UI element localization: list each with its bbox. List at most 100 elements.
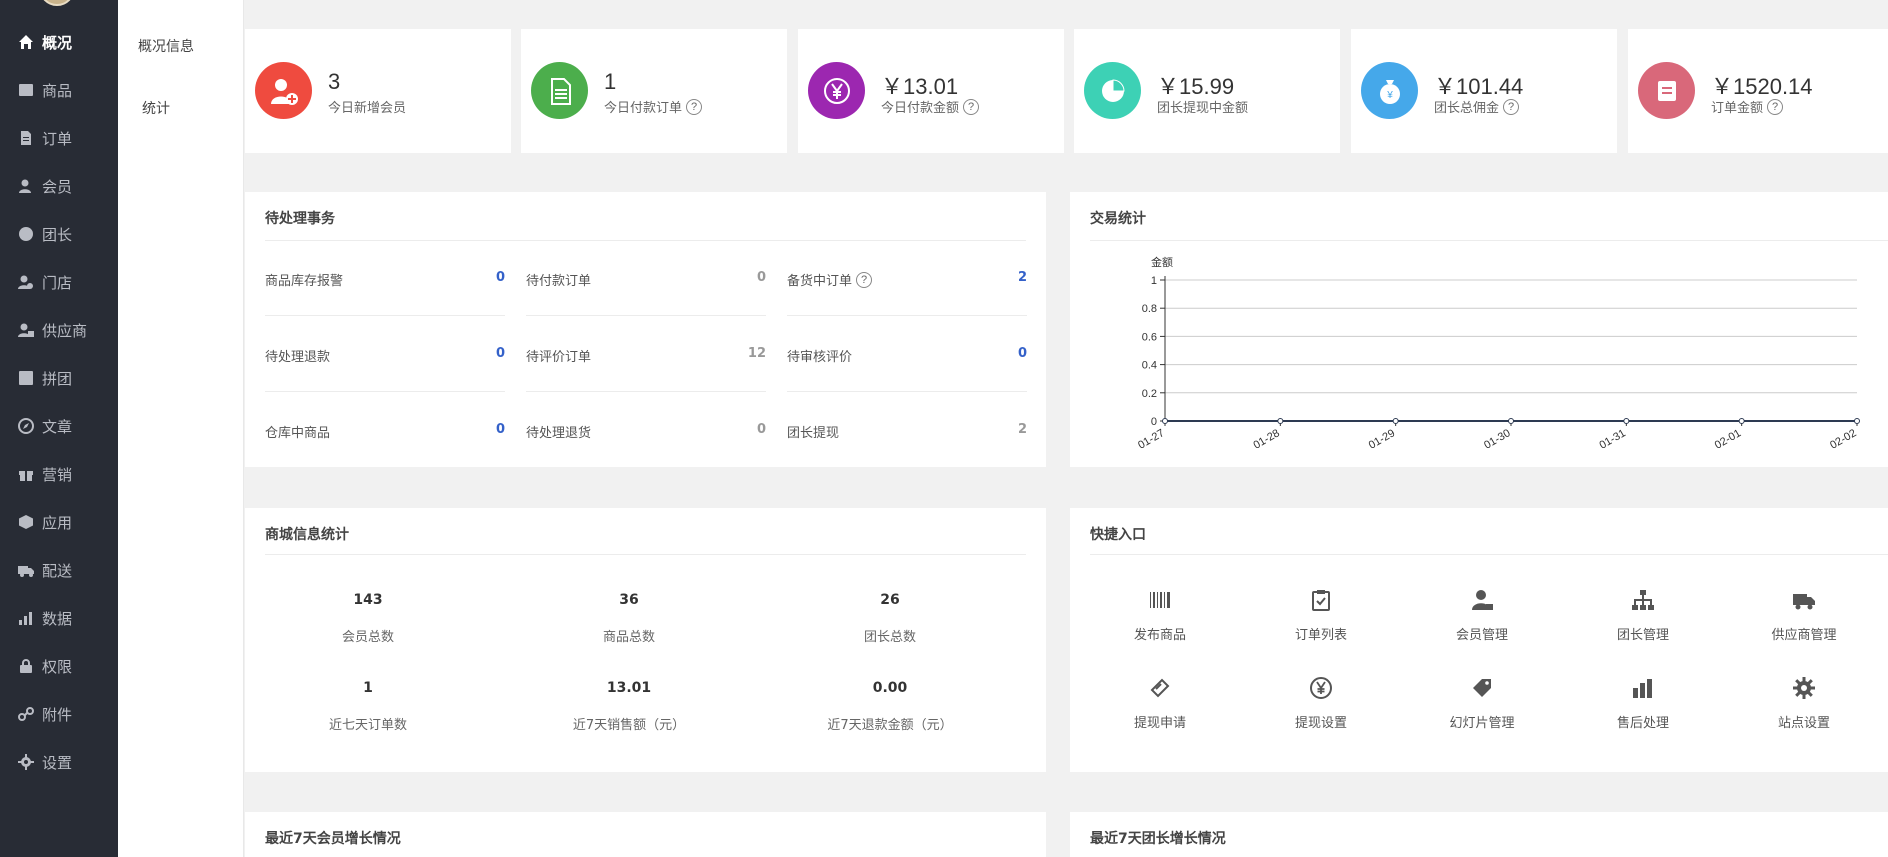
- info-label: 会员总数: [341, 630, 394, 645]
- todo-item[interactable]: 待处理退款 0: [265, 316, 505, 392]
- nav-item-12[interactable]: 数据: [0, 598, 118, 638]
- trade-line-chart: 金额 0 0.2 0.4 0.6 0.8 1 01-27 01-28 01-29 01-30 01-3…: [1136, 255, 1860, 452]
- quick-entry-3[interactable]: 团长管理: [1573, 588, 1713, 643]
- quick-entry-label: 站点设置: [1777, 716, 1830, 731]
- info-label: 近七天订单数: [328, 718, 407, 733]
- x-tick-label: 01-27: [1136, 427, 1166, 451]
- help-icon[interactable]: ?: [856, 271, 873, 288]
- nav-item-label: 营销: [42, 465, 73, 484]
- quick-entry-1[interactable]: 订单列表: [1251, 588, 1391, 643]
- nav-item-11[interactable]: 配送: [0, 550, 118, 590]
- sub-nav: 概况信息 统计: [118, 0, 244, 857]
- todo-item[interactable]: 备货中订单? 2: [787, 240, 1027, 316]
- help-icon[interactable]: ?: [1767, 98, 1784, 115]
- truck-icon: [1734, 588, 1874, 616]
- quick-entry-panel: 快捷入口 发布商品 订单列表 会员管理 团长管理 供应商管理提现申请 提现设置 幻灯片管理 售…: [1070, 508, 1888, 772]
- nav-item-4[interactable]: 团长: [0, 214, 118, 254]
- quick-entry-2[interactable]: 会员管理: [1412, 588, 1552, 643]
- avatar[interactable]: [39, 0, 75, 6]
- todo-label: 仓库中商品: [265, 422, 330, 441]
- org-chart-icon: [1573, 588, 1713, 616]
- nav-item-label: 设置: [42, 753, 73, 772]
- todo-item[interactable]: 待评价订单 12: [526, 316, 766, 392]
- nav-item-label: 应用: [42, 513, 73, 532]
- nav-item-label: 团长: [42, 225, 73, 244]
- nav-item-label: 门店: [42, 273, 73, 292]
- stat-card: 3 今日新增会员: [245, 29, 511, 153]
- nav-item-7[interactable]: 拼团: [0, 358, 118, 398]
- leader-icon: [18, 226, 34, 242]
- nav-item-14[interactable]: 附件: [0, 694, 118, 734]
- quick-entry-5[interactable]: 提现申请: [1090, 676, 1230, 731]
- info-stat: 143 会员总数: [248, 592, 488, 645]
- quick-entry-7[interactable]: 幻灯片管理: [1412, 676, 1552, 731]
- nav-item-9[interactable]: 营销: [0, 454, 118, 494]
- info-label: 近7天退款金额（元）: [827, 718, 953, 733]
- nav-item-label: 供应商: [42, 321, 88, 340]
- nav-item-2[interactable]: 订单: [0, 118, 118, 158]
- stat-value: 1: [604, 69, 617, 94]
- todo-item[interactable]: 待审核评价 0: [787, 316, 1027, 392]
- quick-entry-4[interactable]: 供应商管理: [1734, 588, 1874, 643]
- todo-item[interactable]: 团长提现 2: [787, 392, 1027, 468]
- quick-entry-title: 快捷入口: [1090, 527, 1146, 543]
- nav-item-0[interactable]: 概况: [0, 22, 118, 62]
- nav-item-8[interactable]: 文章: [0, 406, 118, 446]
- nav-item-label: 文章: [42, 417, 73, 436]
- trade-panel: 交易统计 金额 0 0.2 0.4 0.6 0.8 1 01-27 01-28 01-29 01-3…: [1070, 192, 1888, 467]
- todo-count: 0: [495, 422, 505, 437]
- nav-item-15[interactable]: 设置: [0, 742, 118, 782]
- todo-label-text: 待付款订单: [526, 274, 592, 289]
- nav-item-1[interactable]: 商品: [0, 70, 118, 110]
- stat-card: ￥1520.14 订单金额?: [1628, 29, 1888, 153]
- member-icon: [18, 178, 34, 194]
- todo-item[interactable]: 待付款订单 0: [526, 240, 766, 316]
- quick-entry-label: 供应商管理: [1771, 628, 1837, 643]
- x-tick-label: 02-02: [1828, 427, 1858, 451]
- todo-label: 商品库存报警: [265, 270, 343, 289]
- main-nav: 概况商品订单会员团长门店供应商拼团文章营销应用配送数据权限附件设置: [0, 0, 118, 857]
- stat-label-text: 今日新增会员: [328, 101, 407, 116]
- nav-item-label: 数据: [42, 609, 73, 628]
- shop-info-title: 商城信息统计: [265, 527, 349, 543]
- y-tick-label: 0.2: [1142, 388, 1157, 400]
- nav-item-5[interactable]: 门店: [0, 262, 118, 302]
- info-value: 0.00: [872, 680, 908, 696]
- help-icon[interactable]: ?: [686, 98, 703, 115]
- todo-count: 0: [495, 270, 505, 285]
- y-axis-label: 金额: [1151, 255, 1173, 269]
- list-box-icon: [1638, 62, 1695, 119]
- svg-text:¥: ¥: [1386, 90, 1393, 101]
- subnav-item-overview[interactable]: 概况信息: [138, 36, 194, 56]
- stat-label: 今日新增会员: [328, 97, 406, 116]
- help-icon[interactable]: ?: [1503, 98, 1520, 115]
- leader-growth-panel: 最近7天团长增长情况: [1070, 812, 1888, 857]
- subnav-item-statistics[interactable]: 统计: [142, 98, 170, 118]
- todo-item[interactable]: 仓库中商品 0: [265, 392, 505, 468]
- pie-icon: [1084, 62, 1141, 119]
- yen-circle-icon: [1251, 676, 1391, 704]
- leader-growth-title: 最近7天团长增长情况: [1090, 831, 1226, 847]
- quick-entry-0[interactable]: 发布商品: [1090, 588, 1230, 643]
- quick-entry-6[interactable]: 提现设置: [1251, 676, 1391, 731]
- divider: [1090, 554, 1888, 555]
- todo-item[interactable]: 商品库存报警 0: [265, 240, 505, 316]
- home-icon: [18, 34, 34, 50]
- user-add-icon: [255, 62, 312, 119]
- yen-icon: [808, 62, 865, 119]
- quick-entry-8[interactable]: 售后处理: [1573, 676, 1713, 731]
- quick-entry-9[interactable]: 站点设置: [1734, 676, 1874, 731]
- nav-item-13[interactable]: 权限: [0, 646, 118, 686]
- stat-label-text: 订单金额: [1711, 101, 1764, 116]
- todo-label-text: 待处理退款: [265, 350, 331, 365]
- nav-item-10[interactable]: 应用: [0, 502, 118, 542]
- nav-item-3[interactable]: 会员: [0, 166, 118, 206]
- todo-item[interactable]: 待处理退货 0: [526, 392, 766, 468]
- document-icon: [531, 62, 588, 119]
- help-icon[interactable]: ?: [963, 98, 980, 115]
- todo-label-text: 待处理退货: [526, 426, 592, 441]
- todo-count: 0: [495, 346, 505, 361]
- info-stat: 26 团长总数: [770, 592, 1010, 645]
- nav-item-6[interactable]: 供应商: [0, 310, 118, 350]
- todo-title: 待处理事务: [265, 211, 335, 227]
